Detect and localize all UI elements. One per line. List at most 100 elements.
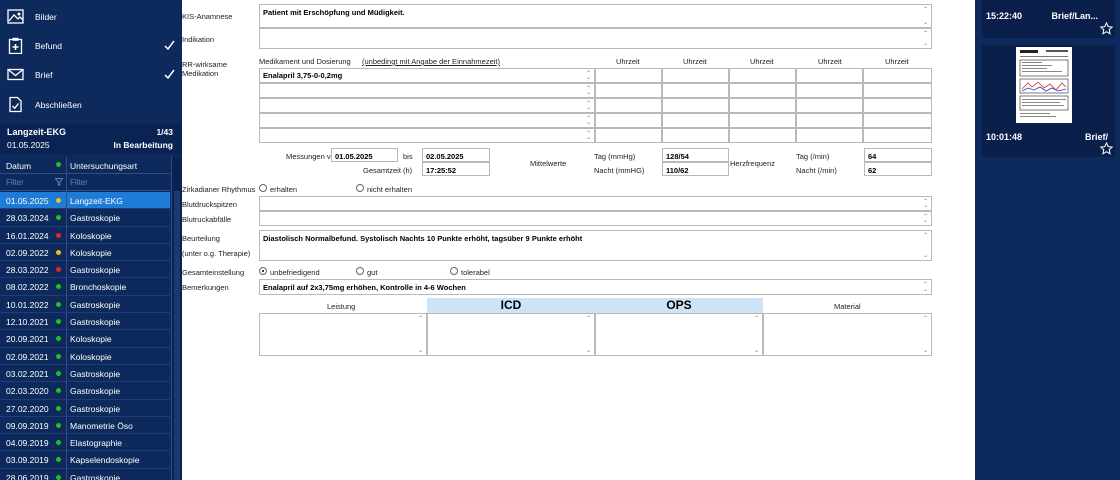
document-card[interactable]: 10:01:48 Brief/ [982, 45, 1115, 157]
field-scrollbar[interactable]: ⌃ ⌄ [921, 281, 930, 293]
uhrzeit-field[interactable] [662, 68, 729, 83]
field-scrollbar[interactable]: ⌃ ⌄ [584, 85, 593, 96]
uhrzeit-field[interactable] [595, 98, 662, 113]
field-scrollbar[interactable]: ⌃ ⌄ [584, 315, 593, 354]
star-icon[interactable] [1100, 142, 1113, 155]
indikation-field[interactable]: ⌃ ⌄ [259, 28, 932, 49]
document-thumbnail[interactable] [1016, 47, 1072, 123]
uhrzeit-field[interactable] [863, 128, 932, 143]
field-scrollbar[interactable]: ⌃ ⌄ [921, 30, 930, 47]
nav-brief[interactable]: Brief [0, 61, 182, 89]
exam-list-scrollbar[interactable] [171, 157, 182, 480]
exam-list-row[interactable]: 28.03.2024 Gastroskopie [0, 209, 170, 227]
medication-field[interactable]: ⌃ ⌄ [259, 113, 595, 128]
uhrzeit-field[interactable] [662, 83, 729, 98]
uhrzeit-field[interactable] [729, 83, 796, 98]
field-scrollbar[interactable]: ⌃ ⌄ [584, 115, 593, 126]
exam-list-row[interactable]: 03.09.2019 Kapselendoskopie [0, 451, 170, 469]
nacht-mmhg-field[interactable]: 110/62 [662, 162, 729, 176]
exam-list-row[interactable]: 10.01.2022 Gastroskopie [0, 296, 170, 314]
field-scrollbar[interactable]: ⌃ ⌄ [921, 213, 930, 224]
uhrzeit-field[interactable] [595, 113, 662, 128]
exam-list-row[interactable]: 01.05.2025 Langzeit-EKG [0, 192, 170, 210]
kis-anamnese-field[interactable]: Patient mit Erschöpfung und Müdigkeit. ⌃… [259, 4, 932, 28]
uhrzeit-field[interactable] [662, 128, 729, 143]
uhrzeit-field[interactable] [863, 68, 932, 83]
messungen-bis-field[interactable]: 02.05.2025 [422, 148, 490, 162]
icd-field[interactable]: ⌃ ⌄ [427, 313, 595, 356]
exam-list-row[interactable]: 28.06.2019 Gastroskopie [0, 469, 170, 480]
nav-befund[interactable]: Befund [0, 32, 182, 60]
uhrzeit-field[interactable] [863, 113, 932, 128]
uhrzeit-field[interactable] [729, 68, 796, 83]
gesamtzeit-field[interactable]: 17:25:52 [422, 162, 490, 176]
filter-date-input[interactable]: Filter [6, 178, 24, 187]
uhrzeit-field[interactable] [796, 113, 863, 128]
exam-list-row[interactable]: 03.02.2021 Gastroskopie [0, 365, 170, 383]
uhrzeit-field[interactable] [796, 128, 863, 143]
uhrzeit-field[interactable] [729, 128, 796, 143]
exam-list-row[interactable]: 28.03.2022 Gastroskopie [0, 261, 170, 279]
exam-list-row[interactable]: 08.02.2022 Bronchoskopie [0, 278, 170, 296]
uhrzeit-field[interactable] [662, 113, 729, 128]
field-scrollbar[interactable]: ⌃ ⌄ [921, 198, 930, 209]
exam-list-row[interactable]: 02.09.2022 Koloskopie [0, 244, 170, 262]
beurteilung-field[interactable]: Diastolisch Normalbefund. Systolisch Nac… [259, 230, 932, 261]
star-icon[interactable] [1100, 22, 1113, 35]
messungen-von-field[interactable]: 01.05.2025 [331, 148, 398, 162]
uhrzeit-field[interactable] [863, 83, 932, 98]
field-scrollbar[interactable]: ⌃ ⌄ [584, 100, 593, 111]
uhrzeit-field[interactable] [796, 83, 863, 98]
exam-list-row[interactable]: 09.09.2019 Manometrie Öso [0, 417, 170, 435]
document-card[interactable]: 15:22:40 Brief/Lan... [982, 0, 1115, 38]
medication-field[interactable]: ⌃ ⌄ [259, 83, 595, 98]
exam-list-row[interactable]: 02.03.2020 Gastroskopie [0, 382, 170, 400]
gesamt-gut-radio[interactable] [356, 267, 364, 275]
field-scrollbar[interactable]: ⌃ ⌄ [921, 232, 930, 259]
uhrzeit-field[interactable] [796, 98, 863, 113]
gesamt-tolerabel-radio[interactable] [450, 267, 458, 275]
material-field[interactable]: ⌃ ⌄ [763, 313, 932, 356]
uhrzeit-field[interactable] [863, 98, 932, 113]
exam-list-row[interactable]: 16.01.2024 Koloskopie [0, 227, 170, 244]
field-scrollbar[interactable]: ⌃ ⌄ [752, 315, 761, 354]
uhrzeit-field[interactable] [729, 98, 796, 113]
uhrzeit-field[interactable] [729, 113, 796, 128]
tag-mmhg-field[interactable]: 128/54 [662, 148, 729, 162]
column-header-type[interactable]: Untersuchungsart [70, 161, 137, 171]
uhrzeit-field[interactable] [796, 68, 863, 83]
field-scrollbar[interactable]: ⌃ ⌄ [921, 315, 930, 354]
exam-list-row[interactable]: 20.09.2021 Koloskopie [0, 330, 170, 348]
filter-icon[interactable] [55, 178, 63, 186]
field-scrollbar[interactable]: ⌃ ⌄ [584, 130, 593, 141]
field-scrollbar[interactable]: ⌃ ⌄ [921, 6, 930, 26]
bemerkungen-field[interactable]: Enalapril auf 2x3,75mg erhöhen, Kontroll… [259, 279, 932, 295]
nav-abschliessen[interactable]: Abschließen [0, 91, 182, 119]
medication-field[interactable]: ⌃ ⌄ [259, 128, 595, 143]
exam-list-row[interactable]: 27.02.2020 Gastroskopie [0, 400, 170, 417]
zirkadian-erhalten-radio[interactable] [259, 184, 267, 192]
blutdruckabfaelle-field[interactable]: ⌃ ⌄ [259, 211, 932, 226]
ops-field[interactable]: ⌃ ⌄ [595, 313, 763, 356]
blutdruckspitzen-field[interactable]: ⌃ ⌄ [259, 196, 932, 211]
tag-min-field[interactable]: 64 [864, 148, 932, 162]
exam-list-row[interactable]: 04.09.2019 Elastographie [0, 434, 170, 452]
nav-bilder[interactable]: Bilder [0, 3, 182, 31]
gesamt-unbefriedigend-radio[interactable] [259, 267, 267, 275]
field-scrollbar[interactable]: ⌃ ⌄ [416, 315, 425, 354]
filter-type-input[interactable]: Filter [70, 178, 88, 187]
column-header-date[interactable]: Datum [6, 161, 31, 171]
zirkadian-nicht-erhalten-radio[interactable] [356, 184, 364, 192]
exam-list-row[interactable]: 02.09.2021 Koloskopie [0, 348, 170, 365]
medication-field[interactable]: ⌃ ⌄ [259, 98, 595, 113]
uhrzeit-field[interactable] [595, 83, 662, 98]
field-scrollbar[interactable]: ⌃ ⌄ [584, 70, 593, 81]
exam-list-row[interactable]: 12.10.2021 Gastroskopie [0, 313, 170, 331]
scrollbar-thumb[interactable] [174, 191, 180, 480]
uhrzeit-field[interactable] [662, 98, 729, 113]
uhrzeit-field[interactable] [595, 68, 662, 83]
leistung-field[interactable]: ⌃ ⌄ [259, 313, 427, 356]
nacht-min-field[interactable]: 62 [864, 162, 932, 176]
uhrzeit-field[interactable] [595, 128, 662, 143]
medication-field[interactable]: Enalapril 3,75-0-0,2mg ⌃ ⌄ [259, 68, 595, 83]
